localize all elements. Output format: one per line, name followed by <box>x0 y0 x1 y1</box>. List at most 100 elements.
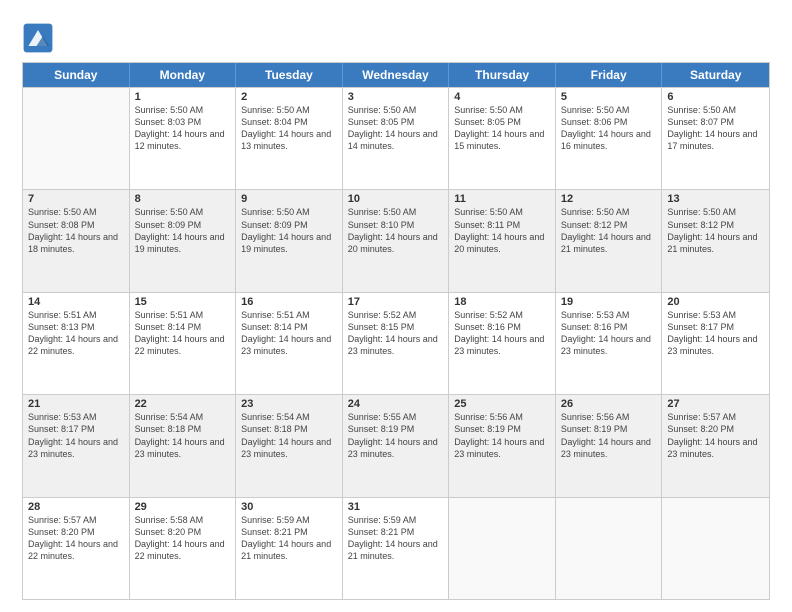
cell-info: Sunrise: 5:50 AM Sunset: 8:05 PM Dayligh… <box>454 104 550 153</box>
day-number: 19 <box>561 296 657 308</box>
calendar-cell: 26Sunrise: 5:56 AM Sunset: 8:19 PM Dayli… <box>556 395 663 496</box>
cell-info: Sunrise: 5:50 AM Sunset: 8:05 PM Dayligh… <box>348 104 444 153</box>
cell-info: Sunrise: 5:59 AM Sunset: 8:21 PM Dayligh… <box>348 514 444 563</box>
cell-info: Sunrise: 5:52 AM Sunset: 8:15 PM Dayligh… <box>348 309 444 358</box>
calendar-cell <box>556 498 663 599</box>
calendar-cell: 3Sunrise: 5:50 AM Sunset: 8:05 PM Daylig… <box>343 88 450 189</box>
day-number: 3 <box>348 91 444 103</box>
header-day-monday: Monday <box>130 63 237 87</box>
calendar-cell: 19Sunrise: 5:53 AM Sunset: 8:16 PM Dayli… <box>556 293 663 394</box>
header-day-saturday: Saturday <box>662 63 769 87</box>
calendar-cell: 28Sunrise: 5:57 AM Sunset: 8:20 PM Dayli… <box>23 498 130 599</box>
header <box>22 18 770 54</box>
calendar-cell: 6Sunrise: 5:50 AM Sunset: 8:07 PM Daylig… <box>662 88 769 189</box>
calendar-row: 14Sunrise: 5:51 AM Sunset: 8:13 PM Dayli… <box>23 292 769 394</box>
calendar-cell: 5Sunrise: 5:50 AM Sunset: 8:06 PM Daylig… <box>556 88 663 189</box>
day-number: 28 <box>28 501 124 513</box>
calendar-cell <box>449 498 556 599</box>
day-number: 1 <box>135 91 231 103</box>
day-number: 11 <box>454 193 550 205</box>
cell-info: Sunrise: 5:55 AM Sunset: 8:19 PM Dayligh… <box>348 411 444 460</box>
calendar-cell: 22Sunrise: 5:54 AM Sunset: 8:18 PM Dayli… <box>130 395 237 496</box>
calendar-cell: 14Sunrise: 5:51 AM Sunset: 8:13 PM Dayli… <box>23 293 130 394</box>
day-number: 13 <box>667 193 764 205</box>
day-number: 12 <box>561 193 657 205</box>
day-number: 9 <box>241 193 337 205</box>
day-number: 29 <box>135 501 231 513</box>
cell-info: Sunrise: 5:50 AM Sunset: 8:11 PM Dayligh… <box>454 206 550 255</box>
calendar-cell: 10Sunrise: 5:50 AM Sunset: 8:10 PM Dayli… <box>343 190 450 291</box>
calendar-row: 1Sunrise: 5:50 AM Sunset: 8:03 PM Daylig… <box>23 87 769 189</box>
cell-info: Sunrise: 5:50 AM Sunset: 8:10 PM Dayligh… <box>348 206 444 255</box>
calendar: SundayMondayTuesdayWednesdayThursdayFrid… <box>22 62 770 600</box>
cell-info: Sunrise: 5:50 AM Sunset: 8:07 PM Dayligh… <box>667 104 764 153</box>
calendar-cell: 8Sunrise: 5:50 AM Sunset: 8:09 PM Daylig… <box>130 190 237 291</box>
calendar-cell: 25Sunrise: 5:56 AM Sunset: 8:19 PM Dayli… <box>449 395 556 496</box>
day-number: 24 <box>348 398 444 410</box>
calendar-header: SundayMondayTuesdayWednesdayThursdayFrid… <box>23 63 769 87</box>
cell-info: Sunrise: 5:50 AM Sunset: 8:03 PM Dayligh… <box>135 104 231 153</box>
day-number: 26 <box>561 398 657 410</box>
day-number: 14 <box>28 296 124 308</box>
header-day-friday: Friday <box>556 63 663 87</box>
day-number: 25 <box>454 398 550 410</box>
day-number: 18 <box>454 296 550 308</box>
cell-info: Sunrise: 5:50 AM Sunset: 8:06 PM Dayligh… <box>561 104 657 153</box>
header-day-sunday: Sunday <box>23 63 130 87</box>
day-number: 7 <box>28 193 124 205</box>
calendar-row: 7Sunrise: 5:50 AM Sunset: 8:08 PM Daylig… <box>23 189 769 291</box>
header-day-wednesday: Wednesday <box>343 63 450 87</box>
day-number: 15 <box>135 296 231 308</box>
day-number: 23 <box>241 398 337 410</box>
day-number: 21 <box>28 398 124 410</box>
cell-info: Sunrise: 5:53 AM Sunset: 8:17 PM Dayligh… <box>28 411 124 460</box>
calendar-cell: 4Sunrise: 5:50 AM Sunset: 8:05 PM Daylig… <box>449 88 556 189</box>
calendar-row: 21Sunrise: 5:53 AM Sunset: 8:17 PM Dayli… <box>23 394 769 496</box>
cell-info: Sunrise: 5:50 AM Sunset: 8:12 PM Dayligh… <box>561 206 657 255</box>
calendar-cell: 30Sunrise: 5:59 AM Sunset: 8:21 PM Dayli… <box>236 498 343 599</box>
day-number: 6 <box>667 91 764 103</box>
day-number: 17 <box>348 296 444 308</box>
calendar-cell: 27Sunrise: 5:57 AM Sunset: 8:20 PM Dayli… <box>662 395 769 496</box>
calendar-cell: 15Sunrise: 5:51 AM Sunset: 8:14 PM Dayli… <box>130 293 237 394</box>
calendar-cell: 1Sunrise: 5:50 AM Sunset: 8:03 PM Daylig… <box>130 88 237 189</box>
calendar-cell: 7Sunrise: 5:50 AM Sunset: 8:08 PM Daylig… <box>23 190 130 291</box>
logo-icon <box>22 22 54 54</box>
cell-info: Sunrise: 5:51 AM Sunset: 8:14 PM Dayligh… <box>241 309 337 358</box>
calendar-cell: 17Sunrise: 5:52 AM Sunset: 8:15 PM Dayli… <box>343 293 450 394</box>
cell-info: Sunrise: 5:50 AM Sunset: 8:04 PM Dayligh… <box>241 104 337 153</box>
cell-info: Sunrise: 5:58 AM Sunset: 8:20 PM Dayligh… <box>135 514 231 563</box>
day-number: 20 <box>667 296 764 308</box>
cell-info: Sunrise: 5:50 AM Sunset: 8:08 PM Dayligh… <box>28 206 124 255</box>
cell-info: Sunrise: 5:52 AM Sunset: 8:16 PM Dayligh… <box>454 309 550 358</box>
calendar-cell: 29Sunrise: 5:58 AM Sunset: 8:20 PM Dayli… <box>130 498 237 599</box>
day-number: 16 <box>241 296 337 308</box>
calendar-row: 28Sunrise: 5:57 AM Sunset: 8:20 PM Dayli… <box>23 497 769 599</box>
calendar-cell: 21Sunrise: 5:53 AM Sunset: 8:17 PM Dayli… <box>23 395 130 496</box>
calendar-body: 1Sunrise: 5:50 AM Sunset: 8:03 PM Daylig… <box>23 87 769 599</box>
calendar-cell: 23Sunrise: 5:54 AM Sunset: 8:18 PM Dayli… <box>236 395 343 496</box>
calendar-cell: 9Sunrise: 5:50 AM Sunset: 8:09 PM Daylig… <box>236 190 343 291</box>
cell-info: Sunrise: 5:50 AM Sunset: 8:09 PM Dayligh… <box>135 206 231 255</box>
calendar-cell: 12Sunrise: 5:50 AM Sunset: 8:12 PM Dayli… <box>556 190 663 291</box>
day-number: 5 <box>561 91 657 103</box>
cell-info: Sunrise: 5:56 AM Sunset: 8:19 PM Dayligh… <box>454 411 550 460</box>
cell-info: Sunrise: 5:54 AM Sunset: 8:18 PM Dayligh… <box>241 411 337 460</box>
day-number: 10 <box>348 193 444 205</box>
cell-info: Sunrise: 5:51 AM Sunset: 8:14 PM Dayligh… <box>135 309 231 358</box>
cell-info: Sunrise: 5:57 AM Sunset: 8:20 PM Dayligh… <box>667 411 764 460</box>
calendar-cell: 18Sunrise: 5:52 AM Sunset: 8:16 PM Dayli… <box>449 293 556 394</box>
day-number: 8 <box>135 193 231 205</box>
cell-info: Sunrise: 5:50 AM Sunset: 8:12 PM Dayligh… <box>667 206 764 255</box>
day-number: 2 <box>241 91 337 103</box>
header-day-thursday: Thursday <box>449 63 556 87</box>
calendar-cell <box>23 88 130 189</box>
cell-info: Sunrise: 5:59 AM Sunset: 8:21 PM Dayligh… <box>241 514 337 563</box>
logo <box>22 22 58 54</box>
calendar-cell: 16Sunrise: 5:51 AM Sunset: 8:14 PM Dayli… <box>236 293 343 394</box>
day-number: 30 <box>241 501 337 513</box>
calendar-cell: 20Sunrise: 5:53 AM Sunset: 8:17 PM Dayli… <box>662 293 769 394</box>
cell-info: Sunrise: 5:53 AM Sunset: 8:16 PM Dayligh… <box>561 309 657 358</box>
cell-info: Sunrise: 5:54 AM Sunset: 8:18 PM Dayligh… <box>135 411 231 460</box>
calendar-cell <box>662 498 769 599</box>
